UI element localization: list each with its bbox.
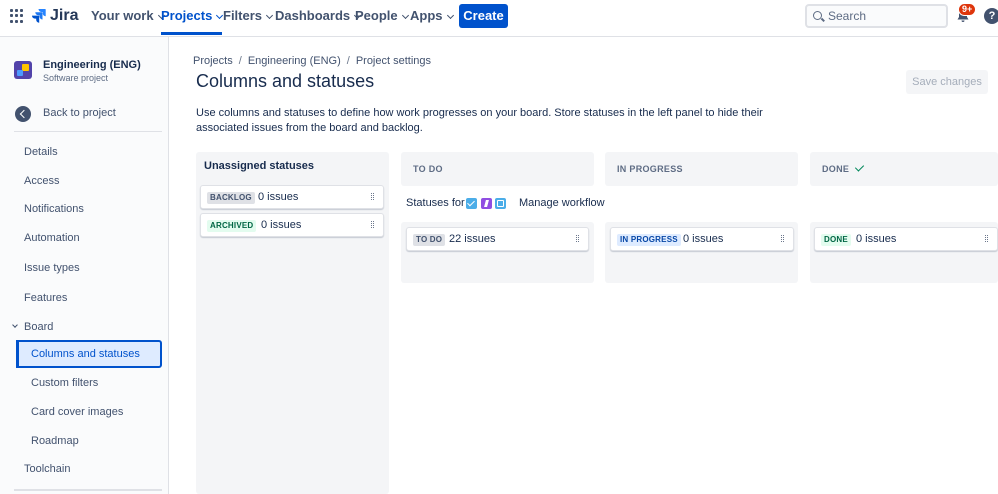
drag-handle-icon[interactable] bbox=[576, 235, 580, 243]
nav-dashboards[interactable]: Dashboards bbox=[275, 0, 362, 35]
search-input[interactable] bbox=[828, 8, 943, 24]
status-lozenge: DONE bbox=[821, 234, 851, 246]
statuses-for-label: Statuses for bbox=[406, 197, 465, 209]
create-button[interactable]: Create bbox=[459, 4, 508, 28]
unassigned-heading: Unassigned statuses bbox=[204, 160, 315, 172]
top-navigation: Jira Your work Projects Filters Dashboar… bbox=[0, 0, 998, 37]
status-lozenge: TO DO bbox=[413, 234, 446, 246]
nav-filters[interactable]: Filters bbox=[223, 0, 274, 35]
subtask-type-icon bbox=[495, 198, 506, 209]
chevron-down-icon bbox=[12, 322, 18, 328]
arrow-left-icon bbox=[15, 106, 31, 122]
status-lozenge: IN PROGRESS bbox=[617, 234, 681, 246]
issue-count: 0 issues bbox=[856, 233, 897, 245]
sidebar-item-notifications[interactable]: Notifications bbox=[24, 203, 84, 215]
back-to-project-link[interactable]: Back to project bbox=[13, 104, 163, 124]
project-avatar bbox=[14, 61, 32, 79]
drag-handle-icon[interactable] bbox=[371, 193, 375, 201]
jira-mark-icon bbox=[32, 9, 46, 23]
nav-your-work[interactable]: Your work bbox=[91, 0, 165, 35]
drag-handle-icon[interactable] bbox=[985, 235, 989, 243]
status-card-in-progress[interactable]: IN PROGRESS 0 issues bbox=[610, 227, 794, 251]
column-header-in-progress[interactable]: IN PROGRESS bbox=[605, 152, 798, 186]
sidebar-item-features[interactable]: Features bbox=[24, 292, 67, 304]
notification-badge: 9+ bbox=[958, 3, 977, 16]
issue-count: 0 issues bbox=[258, 191, 299, 203]
chevron-down-icon bbox=[401, 11, 409, 20]
sidebar-divider bbox=[14, 489, 162, 491]
column-header-done[interactable]: DONE bbox=[810, 152, 998, 186]
breadcrumb: Projects / Engineering (ENG) / Project setti… bbox=[193, 55, 432, 67]
sidebar-item-access[interactable]: Access bbox=[24, 175, 59, 187]
search-box[interactable] bbox=[805, 4, 948, 28]
column-header-to-do[interactable]: TO DO bbox=[401, 152, 594, 186]
status-card-archived[interactable]: ARCHIVED 0 issues bbox=[200, 213, 384, 237]
nav-projects[interactable]: Projects bbox=[161, 0, 224, 35]
breadcrumb-engineering[interactable]: Engineering (ENG) bbox=[248, 55, 341, 67]
jira-logo[interactable]: Jira bbox=[32, 7, 78, 25]
breadcrumb-project-settings[interactable]: Project settings bbox=[356, 55, 431, 67]
issue-count: 0 issues bbox=[261, 219, 302, 231]
sidebar-item-automation[interactable]: Automation bbox=[24, 232, 80, 244]
chevron-down-icon bbox=[446, 11, 454, 20]
status-lozenge: ARCHIVED bbox=[207, 220, 257, 232]
sidebar-item-toolchain[interactable]: Toolchain bbox=[24, 463, 70, 475]
project-name: Engineering (ENG) bbox=[43, 59, 141, 71]
status-card-to-do[interactable]: TO DO 22 issues bbox=[406, 227, 589, 251]
epic-type-icon bbox=[481, 198, 492, 209]
drag-handle-icon[interactable] bbox=[371, 221, 375, 229]
nav-apps[interactable]: Apps bbox=[410, 0, 454, 35]
sidebar-item-details[interactable]: Details bbox=[24, 146, 58, 158]
status-lozenge: BACKLOG bbox=[207, 192, 255, 204]
sidebar-item-board[interactable]: Board bbox=[12, 321, 53, 333]
sidebar-item-custom-filters[interactable]: Custom filters bbox=[31, 377, 98, 389]
app-switcher-icon[interactable] bbox=[10, 9, 24, 23]
sidebar-divider bbox=[14, 131, 162, 132]
status-card-done[interactable]: DONE 0 issues bbox=[814, 227, 998, 251]
search-icon bbox=[813, 11, 822, 20]
checkmark-icon bbox=[854, 162, 865, 172]
help-icon[interactable]: ? bbox=[984, 8, 998, 24]
issue-count: 22 issues bbox=[449, 233, 496, 245]
chevron-down-icon bbox=[265, 11, 274, 20]
issue-count: 0 issues bbox=[683, 233, 724, 245]
breadcrumb-projects[interactable]: Projects bbox=[193, 55, 233, 67]
page-description: Use columns and statuses to define how w… bbox=[196, 107, 763, 134]
drag-handle-icon[interactable] bbox=[781, 235, 785, 243]
status-card-backlog[interactable]: BACKLOG 0 issues bbox=[200, 185, 384, 209]
manage-workflow-link[interactable]: Manage workflow bbox=[519, 197, 605, 209]
sidebar-item-roadmap[interactable]: Roadmap bbox=[31, 435, 79, 447]
nav-people[interactable]: People bbox=[355, 0, 409, 35]
sidebar-item-issue-types[interactable]: Issue types bbox=[24, 262, 80, 274]
sidebar-item-columns-and-statuses[interactable]: Columns and statuses bbox=[16, 340, 162, 368]
task-type-icon bbox=[466, 198, 477, 209]
save-changes-button[interactable]: Save changes bbox=[906, 70, 988, 94]
project-sidebar: Engineering (ENG) Software project Back … bbox=[0, 37, 169, 494]
project-type: Software project bbox=[43, 73, 109, 83]
jira-wordmark: Jira bbox=[50, 7, 79, 24]
sidebar-item-card-cover-images[interactable]: Card cover images bbox=[31, 406, 123, 418]
page-title: Columns and statuses bbox=[196, 71, 375, 91]
